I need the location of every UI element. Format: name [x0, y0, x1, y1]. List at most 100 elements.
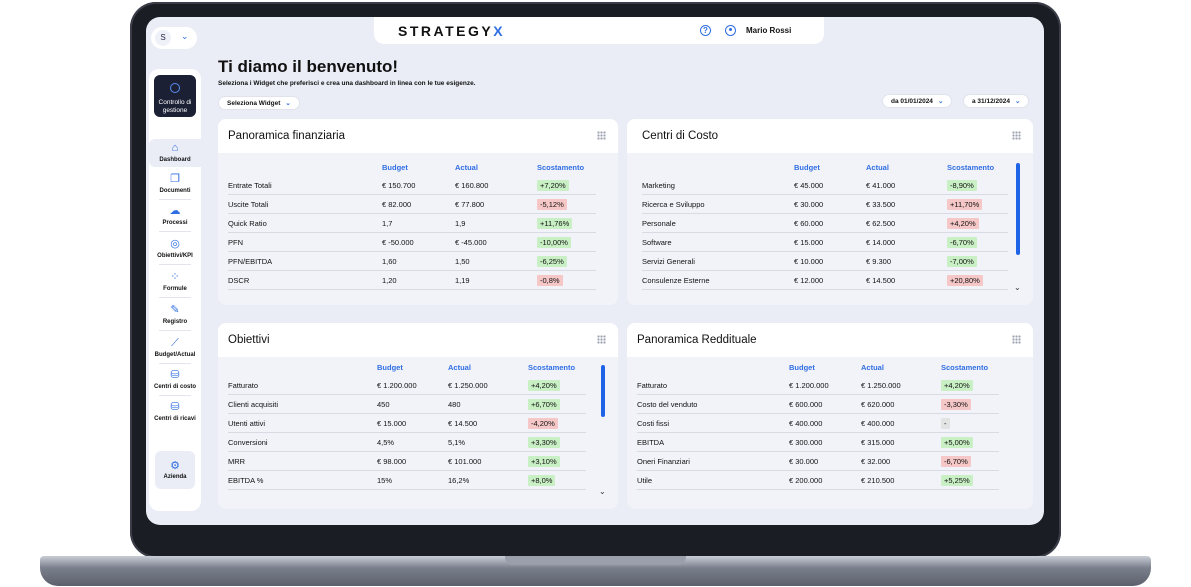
cell-budget: 15% [377, 476, 393, 485]
table-row: Uscite Totali € 82.000 € 77.800 -5,12% [228, 195, 596, 214]
table-row: Fatturato € 1.200.000 € 1.250.000 +4,20% [637, 376, 999, 395]
cell-actual: € 32.000 [861, 457, 891, 466]
card-panoramica-reddituale: Panoramica Reddituale Budget Actual Scosta… [627, 323, 1033, 509]
cell-budget: € 10.000 [794, 257, 824, 266]
chevron-down-icon: ⌄ [1014, 98, 1021, 105]
cell-actual: € 77.800 [455, 200, 485, 209]
cell-budget: € 15.000 [794, 238, 824, 247]
drag-handle-icon[interactable] [597, 131, 606, 140]
card-title: Panoramica finanziaria [228, 130, 345, 142]
control-icon [170, 83, 180, 93]
cell-delta: -7,00% [947, 256, 977, 267]
company-switcher[interactable]: S ⌄ [151, 27, 197, 49]
sidebar-item-centri-costo[interactable]: ⛁ Centri di costo [149, 369, 201, 390]
cell-actual: € 62.500 [866, 219, 896, 228]
edit-icon: ✎ [170, 304, 180, 316]
sidebar-item-obiettivi[interactable]: ◎ Obiettivi/KPI [149, 238, 201, 259]
scrollbar[interactable] [1016, 163, 1020, 255]
cell-label: Entrate Totali [228, 181, 272, 190]
cell-label: Fatturato [228, 381, 259, 390]
cell-actual: 1,50 [455, 257, 470, 266]
cell-budget: 1,20 [382, 276, 397, 285]
cell-budget: € 30.000 [789, 457, 819, 466]
cell-budget: € 1.200.000 [377, 381, 417, 390]
card-title: Panoramica Reddituale [637, 334, 757, 346]
cell-label: Costi fissi [637, 419, 670, 428]
cell-budget: € 60.000 [794, 219, 824, 228]
cell-actual: € 41.000 [866, 181, 896, 190]
sidebar-item-azienda[interactable]: ⚙ Azienda [155, 451, 195, 489]
cell-actual: € 315.000 [861, 438, 895, 447]
sidebar-item-registro[interactable]: ✎ Registro [149, 304, 201, 325]
cell-label: Personale [642, 219, 676, 228]
control-button[interactable]: Controllo di gestione [154, 75, 196, 117]
cell-actual: € 14.500 [866, 276, 896, 285]
table-row: Oneri Finanziari € 30.000 € 32.000 -6,70% [637, 452, 999, 471]
drag-handle-icon[interactable] [597, 335, 606, 344]
column-header: Scostamento [947, 163, 995, 172]
cell-budget: € 45.000 [794, 181, 824, 190]
cell-budget: € 200.000 [789, 476, 823, 485]
card-panoramica-finanziaria: Panoramica finanziaria Budget Actual Scost… [218, 119, 618, 305]
sidebar: Controllo di gestione ⌂ Dashboard ❐ Docume… [149, 69, 201, 511]
table-row: Entrate Totali € 150.700 € 160.800 +7,20% [228, 176, 596, 195]
sidebar-item-documenti[interactable]: ❐ Documenti [149, 173, 201, 194]
date-from-select[interactable]: da 01/01/2024 ⌄ [882, 94, 953, 108]
cell-budget: € 98.000 [377, 457, 407, 466]
user-name[interactable]: Mario Rossi [746, 26, 791, 35]
column-header: Actual [861, 363, 884, 372]
sidebar-item-processi[interactable]: ☁ Processi [149, 205, 201, 226]
cell-budget: € 400.000 [789, 419, 823, 428]
table-row: EBITDA € 300.000 € 315.000 +5,00% [637, 433, 999, 452]
cell-actual: € 160.800 [455, 181, 489, 190]
sidebar-item-centri-ricavi[interactable]: ⛁ Centri di ricavi [149, 401, 201, 422]
cell-delta: +11,70% [947, 199, 983, 210]
column-header: Budget [382, 163, 408, 172]
cell-actual: 480 [448, 400, 461, 409]
cell-actual: € 14.500 [448, 419, 478, 428]
cell-label: PFN [228, 238, 243, 247]
cell-delta: +7,20% [537, 180, 569, 191]
user-icon[interactable] [725, 25, 736, 36]
table-row: Utenti attivi € 15.000 € 14.500 -4,20% [228, 414, 586, 433]
cell-delta: +8,0% [528, 475, 556, 486]
drag-handle-icon[interactable] [1012, 335, 1021, 344]
cell-actual: € 101.000 [448, 457, 482, 466]
cell-budget: € 12.000 [794, 276, 824, 285]
scrollbar[interactable] [601, 365, 605, 417]
laptop-frame: STRATEGYX ? Mario Rossi S ⌄ Controllo di… [0, 0, 1191, 587]
sidebar-item-dashboard[interactable]: ⌂ Dashboard [149, 139, 201, 167]
widget-select[interactable]: Seleziona Widget ⌄ [218, 96, 300, 110]
sidebar-item-budget-actual[interactable]: ⟋ Budget/Actual [149, 337, 201, 358]
card-obiettivi: Obiettivi Budget Actual Scostamento Fattura… [218, 323, 618, 509]
cell-budget: € 15.000 [377, 419, 407, 428]
table-row: Servizi Generali € 10.000 € 9.300 -7,00% [642, 252, 1008, 271]
brand-logo: STRATEGYX [398, 23, 506, 39]
database-icon: ⛁ [170, 401, 180, 413]
help-icon[interactable]: ? [700, 25, 711, 36]
date-to-select[interactable]: a 31/12/2024 ⌄ [963, 94, 1030, 108]
table-row: EBITDA % 15% 16,2% +8,0% [228, 471, 586, 490]
cell-delta: -0,8% [537, 275, 563, 286]
chevron-down-icon[interactable]: ⌄ [1014, 283, 1021, 292]
sidebar-item-formule[interactable]: ⁘ Formule [149, 271, 201, 292]
cell-actual: € 210.500 [861, 476, 895, 485]
cell-delta: +11,76% [537, 218, 573, 229]
home-icon: ⌂ [171, 142, 179, 154]
cell-label: EBITDA [637, 438, 665, 447]
cell-budget: € 600.000 [789, 400, 823, 409]
cell-label: MRR [228, 457, 246, 466]
laptop-notch [505, 556, 686, 565]
cell-delta: -8,90% [947, 180, 977, 191]
chevron-down-icon[interactable]: ⌄ [599, 487, 606, 496]
column-header: Actual [455, 163, 478, 172]
card-centri-di-costo: Centri di Costo Budget Actual Scostamento M… [627, 119, 1033, 305]
cell-label: Conversioni [228, 438, 268, 447]
table-row: Conversioni 4,5% 5,1% +3,30% [228, 433, 586, 452]
cell-actual: € 1.250.000 [448, 381, 488, 390]
drag-handle-icon[interactable] [1012, 131, 1021, 140]
cell-actual: 1,19 [455, 276, 470, 285]
cell-actual: € -45.000 [455, 238, 487, 247]
cell-budget: € 30.000 [794, 200, 824, 209]
column-header: Actual [866, 163, 889, 172]
